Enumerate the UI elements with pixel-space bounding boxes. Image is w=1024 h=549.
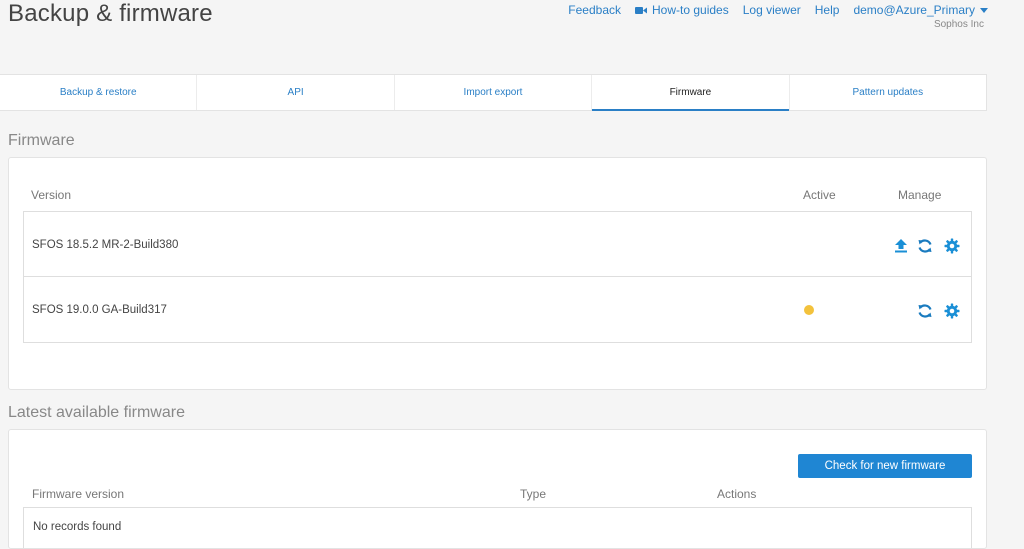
help-link[interactable]: Help [815, 3, 840, 17]
tab-api[interactable]: API [197, 75, 395, 110]
caret-down-icon [980, 7, 988, 13]
check-for-new-firmware-button[interactable]: Check for new firmware [798, 454, 972, 478]
column-type: Type [520, 487, 547, 501]
column-firmware-version: Firmware version [32, 487, 125, 501]
gear-icon[interactable] [944, 303, 960, 319]
firmware-version: SFOS 18.5.2 MR-2-Build380 [32, 239, 179, 251]
tab-backup-restore[interactable]: Backup & restore [0, 75, 198, 110]
tab-bar: Backup & restore API Import export Firmw… [0, 74, 987, 111]
page-title: Backup & firmware [8, 0, 213, 27]
howto-guides-link[interactable]: How-to guides [635, 3, 729, 17]
firmware-table: SFOS 18.5.2 MR-2-Build380 SFOS 19.0.0 GA… [23, 211, 972, 343]
log-viewer-link[interactable]: Log viewer [743, 3, 801, 17]
manage-icons [891, 238, 961, 254]
upload-icon[interactable] [893, 238, 909, 254]
top-nav: Feedback How-to guides Log viewer Help d… [554, 3, 988, 17]
active-indicator [804, 305, 814, 315]
column-manage: Manage [898, 188, 942, 202]
gear-icon[interactable] [944, 238, 960, 254]
column-active: Active [803, 188, 836, 202]
feedback-link[interactable]: Feedback [568, 3, 621, 17]
table-row: SFOS 19.0.0 GA-Build317 [24, 277, 971, 342]
firmware-version: SFOS 19.0.0 GA-Build317 [32, 304, 167, 316]
user-name: demo@Azure_Primary [853, 3, 975, 17]
video-camera-icon [635, 6, 647, 14]
manage-icons [891, 303, 961, 319]
tab-import-export[interactable]: Import export [395, 75, 593, 110]
user-menu[interactable]: demo@Azure_Primary [853, 3, 988, 17]
company-name: Sophos Inc [933, 19, 984, 30]
refresh-icon[interactable] [917, 238, 933, 254]
column-actions: Actions [717, 487, 757, 501]
firmware-section-title: Firmware [8, 132, 75, 149]
latest-firmware-section-title: Latest available firmware [8, 404, 185, 421]
latest-firmware-table: No records found [23, 507, 972, 548]
howto-guides-label: How-to guides [652, 3, 729, 17]
table-row: SFOS 18.5.2 MR-2-Build380 [24, 212, 971, 277]
no-records-message: No records found [33, 521, 122, 533]
firmware-panel: Version Active Manage SFOS 18.5.2 MR-2-B… [8, 157, 987, 390]
tab-firmware[interactable]: Firmware [592, 75, 790, 111]
refresh-icon[interactable] [917, 303, 933, 319]
latest-firmware-panel: Check for new firmware Firmware version … [8, 429, 987, 549]
latest-firmware-table-header: Firmware version Type Actions [23, 487, 972, 507]
tab-pattern-updates[interactable]: Pattern updates [790, 75, 986, 110]
firmware-table-header: Version Active Manage [23, 188, 972, 212]
column-version: Version [31, 188, 72, 202]
